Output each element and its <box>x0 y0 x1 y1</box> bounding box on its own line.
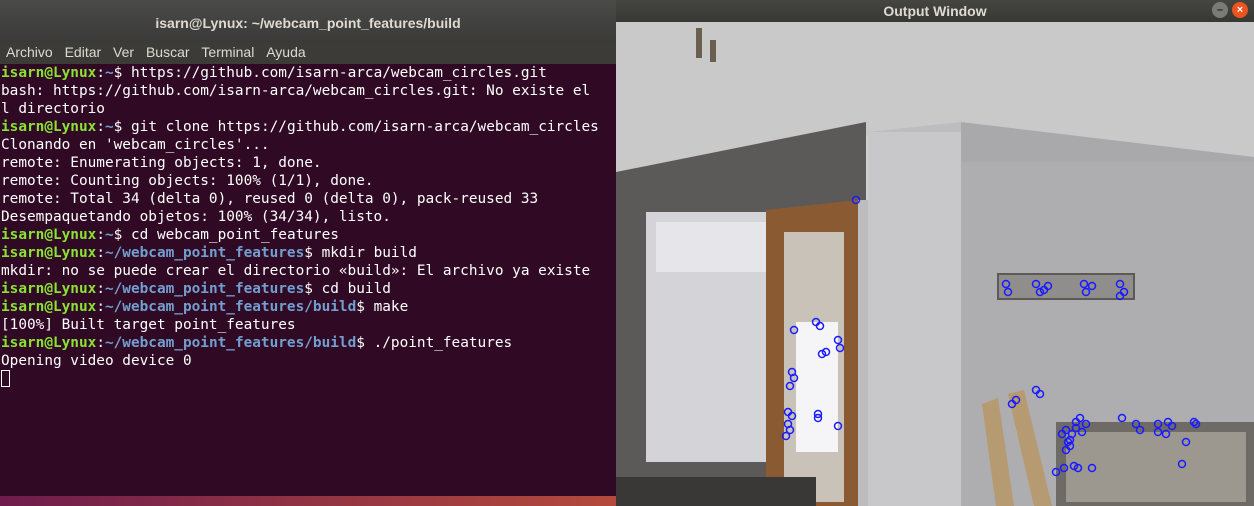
hallway-light <box>656 222 776 272</box>
door-glare <box>796 322 838 452</box>
menu-editar[interactable]: Editar <box>65 42 102 62</box>
command-text: make <box>364 299 409 315</box>
command-text: cd build <box>312 281 391 297</box>
prompt-user: isarn@Lynux <box>1 119 97 135</box>
terminal-window[interactable]: isarn@Lynux: ~/webcam_point_features/bui… <box>0 0 616 506</box>
minimize-icon[interactable]: – <box>1212 2 1228 18</box>
terminal-line: isarn@Lynux:~$ https://github.com/isarn-… <box>1 65 547 81</box>
terminal-line: isarn@Lynux:~/webcam_point_features$ mkd… <box>1 245 417 261</box>
prompt-path: ~ <box>104 65 114 81</box>
menu-ver[interactable]: Ver <box>113 42 134 62</box>
terminal-line: Desempaquetando objetos: 100% (34/34), l… <box>1 209 391 225</box>
terminal-line: isarn@Lynux:~/webcam_point_features/buil… <box>1 299 409 315</box>
webcam-frame <box>616 22 1254 506</box>
terminal-output[interactable]: isarn@Lynux:~$ https://github.com/isarn-… <box>0 64 616 496</box>
terminal-line: isarn@Lynux:~$ cd webcam_point_features <box>1 227 339 243</box>
prompt-user: isarn@Lynux <box>1 335 97 351</box>
command-text: git clone https://github.com/isarn-arca/… <box>122 119 599 135</box>
prompt-path: ~/webcam_point_features/build <box>104 335 357 351</box>
desktop-background <box>0 496 616 506</box>
prompt-path: ~/webcam_point_features <box>104 281 305 297</box>
prompt-path: ~/webcam_point_features <box>104 245 305 261</box>
terminal-line: remote: Enumerating objects: 1, done. <box>1 155 322 171</box>
terminal-line: isarn@Lynux:~$ git clone https://github.… <box>1 119 599 135</box>
terminal-line: isarn@Lynux:~/webcam_point_features$ cd … <box>1 281 391 297</box>
terminal-line: isarn@Lynux:~/webcam_point_features/buil… <box>1 335 513 351</box>
menu-archivo[interactable]: Archivo <box>6 42 53 62</box>
menu-buscar[interactable]: Buscar <box>146 42 190 62</box>
terminal-line: Clonando en 'webcam_circles'... <box>1 137 270 153</box>
terminal-menubar: Archivo Editar Ver Buscar Terminal Ayuda <box>0 42 616 64</box>
terminal-line: l directorio <box>1 101 105 117</box>
terminal-line: [100%] Built target point_features <box>1 317 296 333</box>
terminal-line: Opening video device 0 <box>1 353 192 369</box>
menu-ayuda[interactable]: Ayuda <box>266 42 305 62</box>
cursor <box>1 370 10 387</box>
menu-terminal[interactable]: Terminal <box>201 42 254 62</box>
output-window[interactable]: Output Window – × <box>616 0 1254 506</box>
close-icon[interactable]: × <box>1232 2 1248 18</box>
prompt-user: isarn@Lynux <box>1 281 97 297</box>
terminal-line: remote: Counting objects: 100% (1/1), do… <box>1 173 374 189</box>
output-window-titlebar: Output Window – × <box>616 0 1254 22</box>
terminal-line: bash: https://github.com/isarn-arca/webc… <box>1 83 591 99</box>
prompt-user: isarn@Lynux <box>1 65 97 81</box>
pillar-face <box>868 132 961 506</box>
command-text: mkdir build <box>312 245 417 261</box>
prompt-path: ~ <box>104 119 114 135</box>
command-text: https://github.com/isarn-arca/webcam_cir… <box>122 65 547 81</box>
table-cloth <box>1066 432 1246 502</box>
terminal-line: mkdir: no se puede crear el directorio «… <box>1 263 591 279</box>
terminal-cursor-line[interactable] <box>0 370 616 388</box>
command-text: ./point_features <box>364 335 513 351</box>
prompt-path: ~/webcam_point_features/build <box>104 299 357 315</box>
prompt-user: isarn@Lynux <box>1 299 97 315</box>
terminal-title: isarn@Lynux: ~/webcam_point_features/bui… <box>0 0 616 42</box>
output-window-title: Output Window <box>883 3 987 19</box>
prompt-user: isarn@Lynux <box>1 227 97 243</box>
command-text: cd webcam_point_features <box>122 227 339 243</box>
prompt-path: ~ <box>104 227 114 243</box>
prompt-user: isarn@Lynux <box>1 245 97 261</box>
terminal-line: remote: Total 34 (delta 0), reused 0 (de… <box>1 191 539 207</box>
coat-rack <box>997 273 1135 300</box>
floor-left <box>616 477 816 506</box>
